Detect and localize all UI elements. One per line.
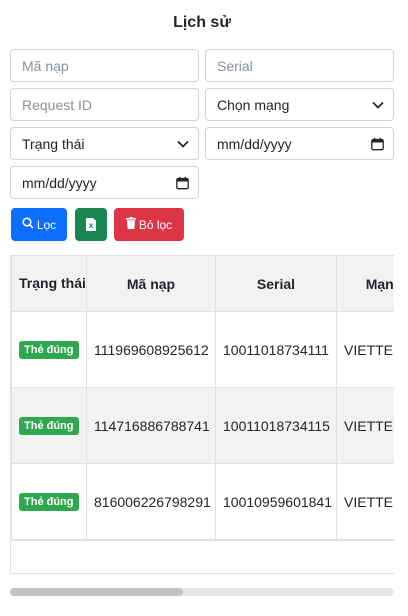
status-cell: Thẻ đúng	[11, 311, 87, 388]
column-header-serial[interactable]: Serial	[215, 255, 337, 312]
trash-icon	[125, 217, 136, 232]
network-cell: VIETTEL	[336, 387, 394, 464]
table-row: Thẻ đúng 114716886788741 10011018734115 …	[11, 387, 394, 464]
request-id-placeholder: Request ID	[22, 96, 93, 113]
column-header-status[interactable]: Trạng thái	[11, 255, 87, 312]
network-select[interactable]: Chọn mạng	[205, 88, 394, 121]
date-from-value: mm/dd/yyyy	[22, 174, 97, 191]
network-select-value: Chọn mạng	[217, 96, 290, 113]
page-title: Lịch sử	[173, 14, 231, 31]
horizontal-scrollbar[interactable]	[10, 588, 394, 596]
status-cell: Thẻ đúng	[11, 463, 87, 540]
column-header-network[interactable]: Mạng	[336, 255, 394, 312]
table-row: Thẻ đúng 111969608925612 10011018734111 …	[11, 311, 394, 388]
search-icon	[22, 217, 34, 232]
network-cell: VIETTEL	[336, 311, 394, 388]
serial-cell: 10011018734115	[215, 387, 337, 464]
history-table: Trạng thái Mã nạp Serial Mạng Thẻ đúng 1…	[10, 255, 394, 574]
serial-placeholder: Serial	[217, 57, 253, 74]
scrollbar-thumb[interactable]	[10, 588, 183, 596]
table-footer-empty	[11, 540, 394, 573]
status-badge: Thẻ đúng	[19, 341, 79, 359]
serial-cell: 10010959601841	[215, 463, 337, 540]
date-to-value: mm/dd/yyyy	[217, 135, 292, 152]
status-badge: Thẻ đúng	[19, 493, 79, 511]
status-cell: Thẻ đúng	[11, 387, 87, 464]
table-header-row: Trạng thái Mã nạp Serial Mạng	[11, 255, 394, 312]
request-id-input[interactable]: Request ID	[10, 88, 199, 121]
code-placeholder: Mã nạp	[22, 57, 69, 74]
chevron-down-icon	[372, 101, 384, 109]
clear-filter-label: Bỏ lọc	[138, 217, 173, 232]
code-cell: 816006226798291	[86, 463, 216, 540]
code-input[interactable]: Mã nạp	[10, 49, 199, 82]
clear-filter-button[interactable]: Bỏ lọc	[114, 208, 184, 241]
table-row: Thẻ đúng 816006226798291 10010959601841 …	[11, 463, 394, 540]
status-badge: Thẻ đúng	[19, 417, 79, 435]
chevron-down-icon	[177, 140, 189, 148]
calendar-icon[interactable]	[371, 137, 384, 150]
filter-button-label: Lọc	[36, 217, 57, 232]
excel-file-letter: x	[88, 221, 94, 230]
serial-cell: 10011018734111	[215, 311, 337, 388]
status-select[interactable]: Trạng thái	[10, 127, 199, 160]
filter-button[interactable]: Lọc	[11, 208, 67, 241]
code-cell: 114716886788741	[86, 387, 216, 464]
code-cell: 111969608925612	[86, 311, 216, 388]
status-select-value: Trạng thái	[22, 135, 85, 152]
date-from-input[interactable]: mm/dd/yyyy	[10, 166, 199, 199]
calendar-icon[interactable]	[176, 176, 189, 189]
excel-file-icon: x	[86, 218, 96, 231]
column-header-code[interactable]: Mã nạp	[86, 255, 216, 312]
network-cell: VIETTEL	[336, 463, 394, 540]
serial-input[interactable]: Serial	[205, 49, 394, 82]
export-excel-button[interactable]: x	[75, 208, 107, 241]
date-to-input[interactable]: mm/dd/yyyy	[205, 127, 394, 160]
